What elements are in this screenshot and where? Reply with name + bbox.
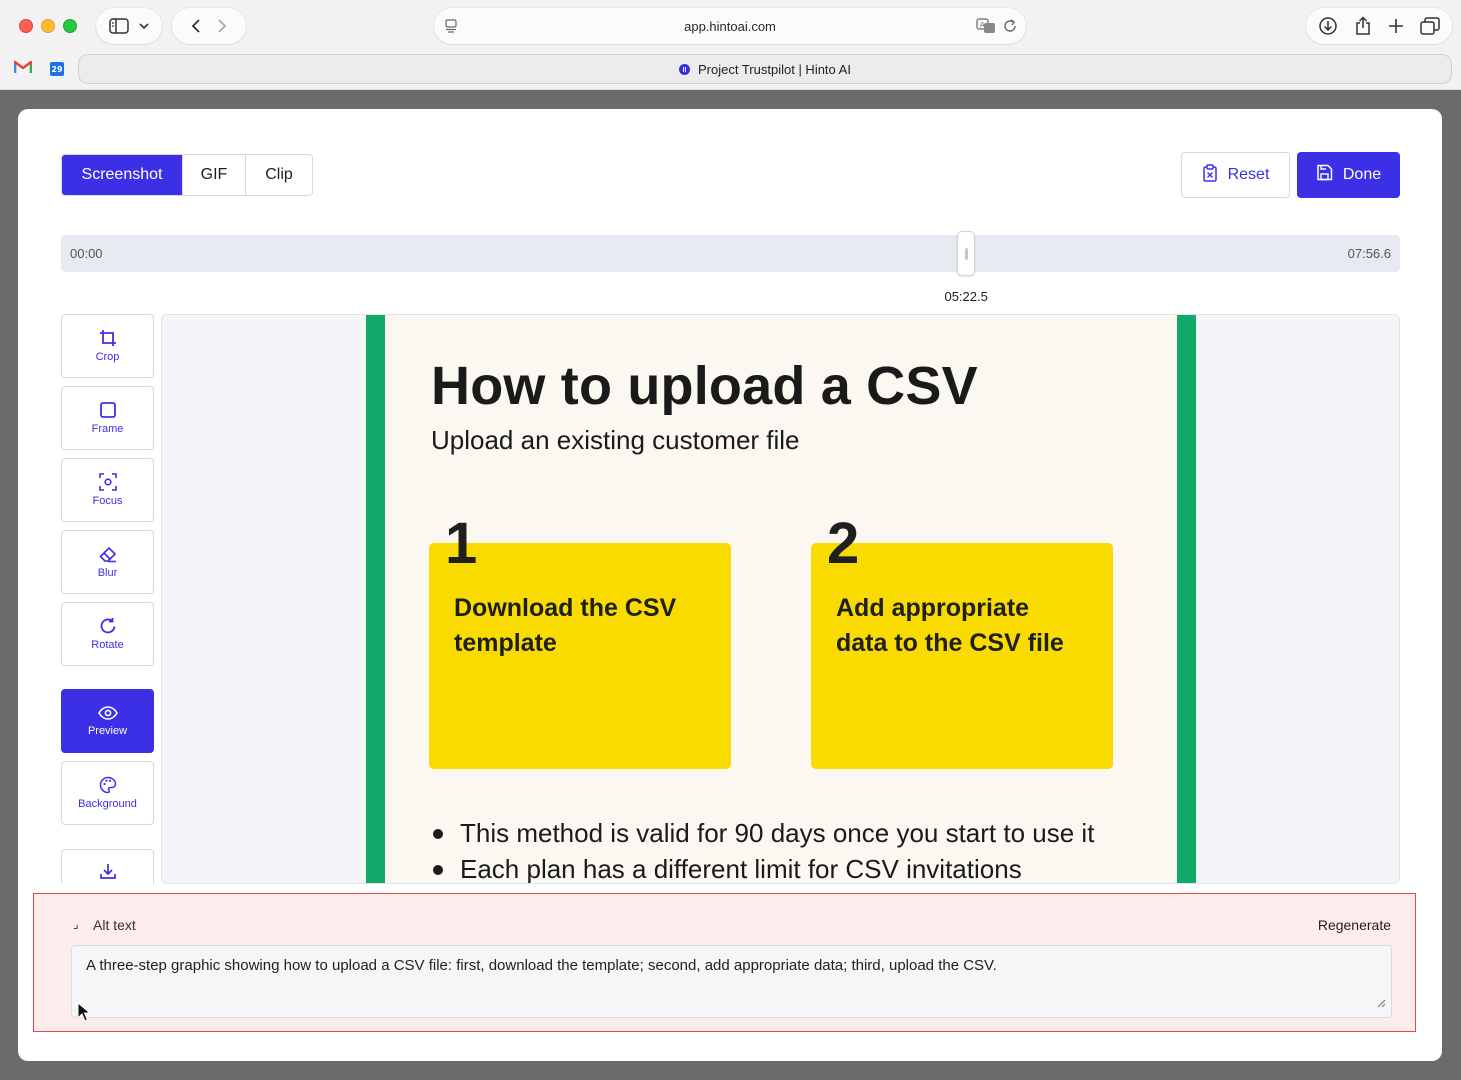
rotate-icon	[99, 617, 117, 635]
step-number: 2	[827, 511, 860, 576]
mouse-cursor-icon	[77, 1001, 92, 1027]
slide-subtitle: Upload an existing customer file	[431, 425, 800, 455]
screenshot-editor-modal: Screenshot GIF Clip Reset Done 00:00 07:…	[18, 109, 1442, 1061]
alt-text-panel: ⌟ Alt text Regenerate A three-step graph…	[33, 893, 1416, 1032]
alt-text-value: A three-step graphic showing how to uplo…	[86, 957, 997, 974]
rotate-tool-button[interactable]: Rotate	[61, 602, 154, 666]
gmail-bookmark[interactable]	[10, 56, 36, 82]
navigation-buttons	[172, 8, 246, 44]
tab-clip[interactable]: Clip	[246, 155, 312, 195]
timeline-handle[interactable]	[957, 231, 976, 276]
save-icon	[1316, 164, 1333, 186]
timeline-start-time: 00:00	[70, 246, 103, 261]
slide-preview: How to upload a CSV Upload an existing c…	[366, 315, 1196, 883]
active-tab[interactable]: Project Trustpilot | Hinto AI	[78, 54, 1452, 84]
alt-text-field[interactable]: A three-step graphic showing how to uplo…	[71, 945, 1392, 1018]
eye-icon	[97, 705, 118, 721]
page-menu-icon[interactable]	[444, 19, 458, 38]
blur-tool-button[interactable]: Blur	[61, 530, 154, 594]
bullet-item: This method is valid for 90 days once yo…	[431, 815, 1094, 851]
blur-label: Blur	[97, 567, 118, 579]
gmail-icon	[13, 60, 33, 79]
frame-label: Frame	[91, 423, 124, 435]
sidebar-icon	[109, 18, 129, 34]
reload-icon[interactable]	[1002, 17, 1018, 40]
timeline-current-time: 05:22.5	[944, 289, 988, 304]
preview-canvas: How to upload a CSV Upload an existing c…	[161, 314, 1400, 884]
chevron-down-icon[interactable]	[139, 22, 149, 30]
translate-icon[interactable]: A	[976, 17, 996, 40]
tab-gif[interactable]: GIF	[183, 155, 246, 195]
browser-actions	[1306, 8, 1452, 44]
palette-icon	[99, 776, 117, 794]
reset-label: Reset	[1227, 166, 1270, 183]
download-icon[interactable]	[1318, 16, 1338, 36]
step-number: 1	[445, 511, 478, 576]
tab-title: Project Trustpilot | Hinto AI	[698, 61, 851, 77]
corner-arrow-icon: ⌟	[73, 917, 79, 931]
reset-button[interactable]: Reset	[1181, 152, 1290, 198]
sidebar-toggle-button[interactable]	[96, 8, 162, 44]
focus-icon	[98, 473, 117, 491]
editing-tools: Crop Frame Focus Blur Rotate Preview Bac…	[61, 314, 154, 884]
background-label: Background	[78, 798, 137, 810]
done-button[interactable]: Done	[1297, 152, 1400, 198]
zoom-window-button[interactable]	[63, 19, 77, 33]
alt-text-label: Alt text	[93, 917, 136, 933]
eraser-icon	[99, 545, 117, 563]
calendar-bookmark[interactable]: 29	[44, 56, 70, 82]
slide-accent-bar-left	[366, 315, 385, 883]
timeline-scrubber[interactable]: 00:00 07:56.6	[61, 231, 1400, 276]
slide-bullets: This method is valid for 90 days once yo…	[431, 815, 1094, 883]
new-tab-icon[interactable]	[1388, 18, 1404, 34]
browser-toolbar: app.hintoai.com A 29 Project Trustpilot …	[0, 0, 1461, 90]
step-card-2: 2 Add appropriate data to the CSV file	[811, 515, 1113, 769]
preview-label: Preview	[87, 725, 128, 737]
preview-tool-button[interactable]: Preview	[61, 689, 154, 753]
step-text: Add appropriate data to the CSV file	[836, 594, 1064, 657]
forward-icon[interactable]	[216, 18, 228, 34]
address-bar[interactable]: app.hintoai.com A	[434, 8, 1026, 44]
resize-grip-icon[interactable]	[1376, 995, 1386, 1013]
download-tool-button[interactable]	[61, 849, 154, 884]
hinto-favicon-icon	[679, 63, 691, 75]
clipboard-x-icon	[1202, 163, 1218, 187]
rotate-label: Rotate	[91, 639, 124, 651]
share-icon[interactable]	[1354, 16, 1372, 36]
bullet-item: Each plan has a different limit for CSV …	[431, 851, 1094, 883]
step-card-1: 1 Download the CSV template	[429, 515, 731, 769]
download-icon	[99, 862, 117, 880]
svg-text:A: A	[980, 21, 985, 29]
slide-accent-bar-right	[1177, 315, 1196, 883]
timeline-end-time: 07:56.6	[1347, 246, 1391, 261]
focus-label: Focus	[92, 495, 123, 507]
back-icon[interactable]	[190, 18, 202, 34]
tab-screenshot[interactable]: Screenshot	[62, 155, 183, 195]
minimize-window-button[interactable]	[41, 19, 55, 33]
close-window-button[interactable]	[19, 19, 33, 33]
slide-title: How to upload a CSV	[431, 356, 978, 416]
url-text: app.hintoai.com	[684, 18, 776, 34]
regenerate-button[interactable]: Regenerate	[1318, 917, 1391, 933]
done-label: Done	[1342, 166, 1382, 183]
crop-tool-button[interactable]: Crop	[61, 314, 154, 378]
crop-icon	[99, 329, 117, 347]
calendar-icon: 29	[50, 62, 64, 76]
focus-tool-button[interactable]: Focus	[61, 458, 154, 522]
crop-label: Crop	[95, 351, 120, 363]
tab-overview-icon[interactable]	[1420, 17, 1440, 35]
step-text: Download the CSV template	[454, 594, 677, 657]
frame-icon	[99, 401, 117, 419]
frame-tool-button[interactable]: Frame	[61, 386, 154, 450]
background-tool-button[interactable]: Background	[61, 761, 154, 825]
mode-tabs: Screenshot GIF Clip	[61, 154, 313, 196]
